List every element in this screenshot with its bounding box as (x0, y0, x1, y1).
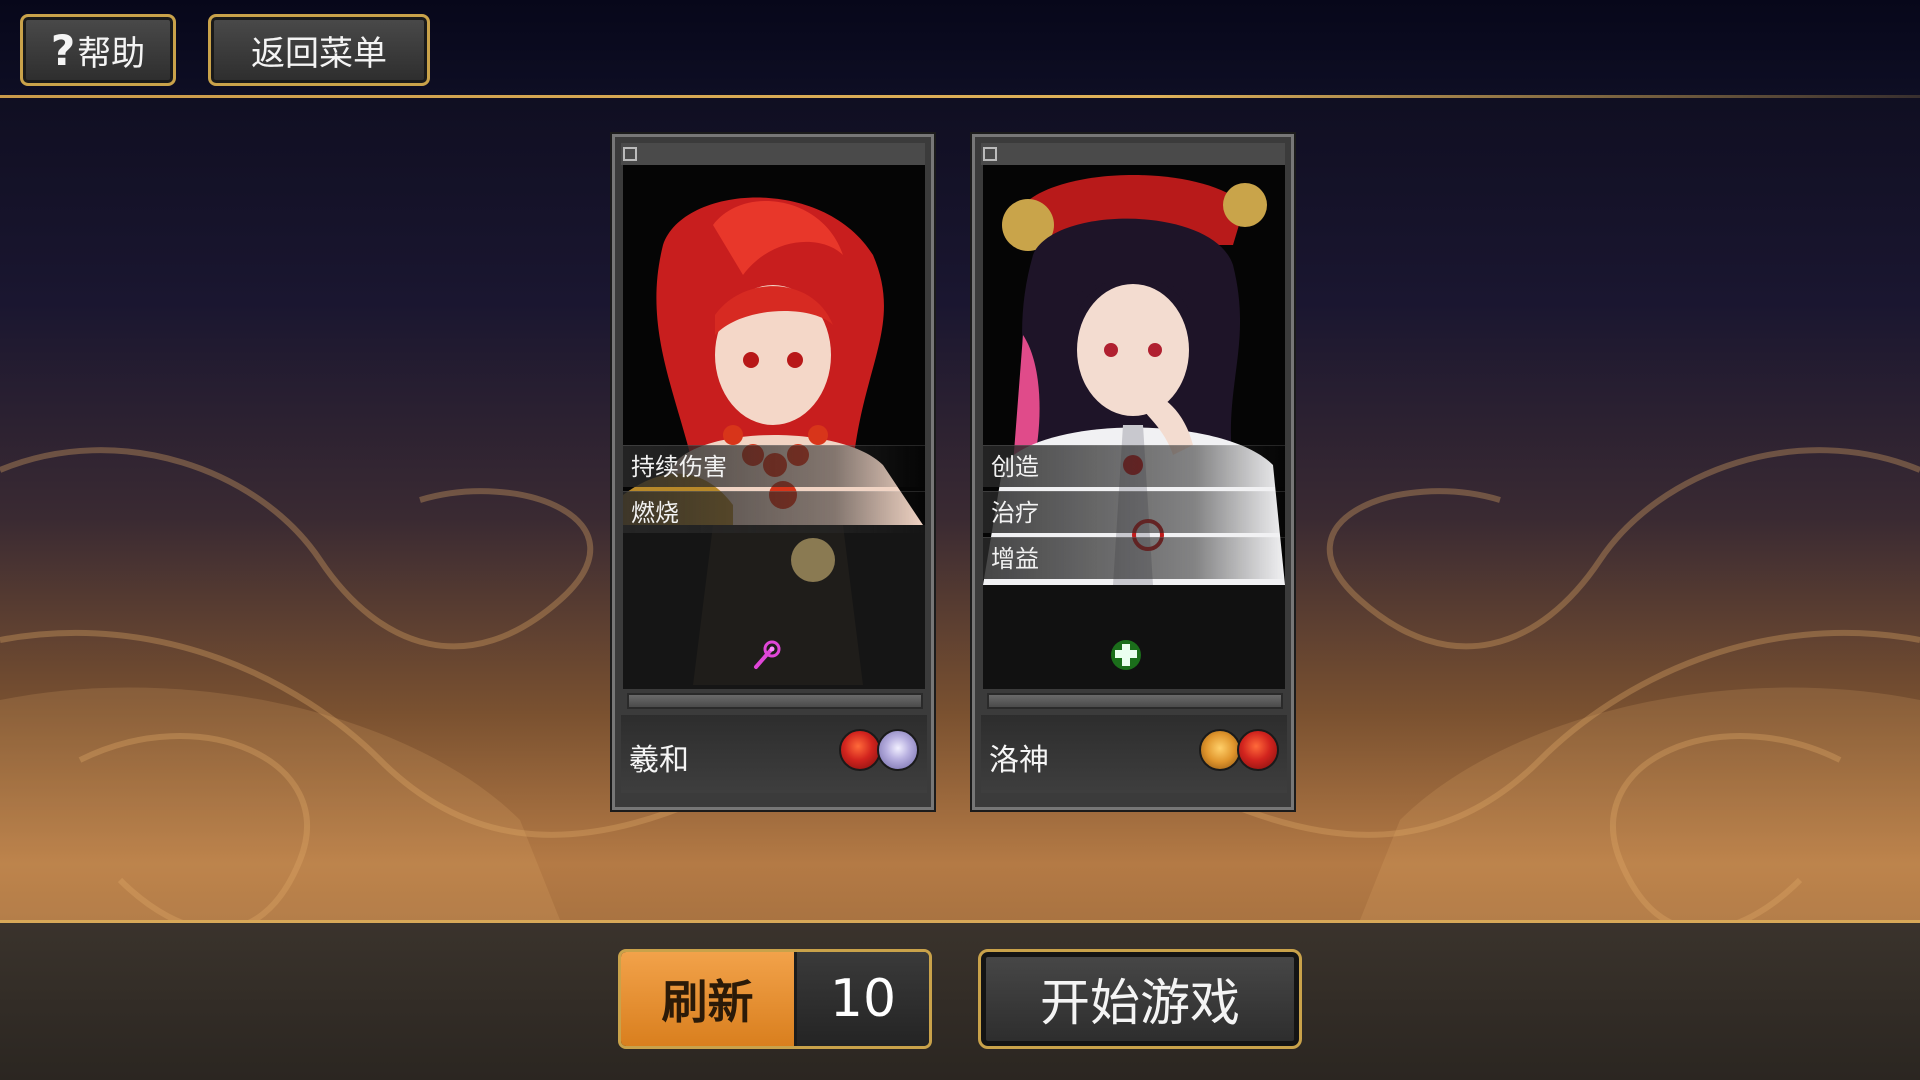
start-game-button[interactable]: 开始游戏 (978, 949, 1302, 1049)
void-element-icon (877, 729, 919, 771)
card-tag: 增益 (983, 537, 1285, 579)
earth-element-icon (1199, 729, 1241, 771)
refresh-button-label: 刷新 (621, 952, 797, 1046)
card-name-area: 羲和 (621, 715, 927, 793)
refresh-count: 10 (797, 952, 929, 1046)
card-tag: 持续伤害 (623, 445, 925, 487)
card-tag: 燃烧 (623, 491, 925, 533)
fire-element-icon (1237, 729, 1279, 771)
card-top-strip (981, 143, 1285, 165)
character-portrait-art (623, 165, 925, 689)
healing-cross-icon (1111, 640, 1141, 670)
background (0, 0, 1920, 1080)
help-button-label: 帮助 (77, 33, 146, 74)
return-menu-button-label: 返回菜单 (251, 33, 387, 74)
refresh-button[interactable]: 刷新 10 (618, 949, 932, 1049)
magic-wand-icon (754, 640, 781, 669)
card-tag: 创造 (983, 445, 1285, 487)
card-corner-icon (983, 147, 997, 161)
card-corner-icon (623, 147, 637, 161)
start-game-button-label: 开始游戏 (1040, 974, 1240, 1032)
character-portrait: 创造 治疗 增益 (983, 165, 1285, 689)
card-name-area: 洛神 (981, 715, 1287, 793)
card-progress-bar (627, 693, 923, 709)
card-progress-bar (987, 693, 1283, 709)
return-menu-button[interactable]: 返回菜单 (208, 14, 430, 86)
character-card-xihe[interactable]: 持续伤害 燃烧 羲和 (612, 134, 934, 810)
card-tag: 治疗 (983, 491, 1285, 533)
card-top-strip (621, 143, 925, 165)
question-mark-icon: ? (50, 25, 76, 75)
top-bar-divider (0, 95, 1920, 98)
character-name: 洛神 (989, 743, 1049, 778)
background-swirls (0, 447, 1920, 933)
bottom-bar (0, 920, 1920, 1080)
fire-element-icon (839, 729, 881, 771)
character-card-luoshen[interactable]: 创造 治疗 增益 洛神 (972, 134, 1294, 810)
character-portrait-art (983, 165, 1285, 689)
character-portrait: 持续伤害 燃烧 (623, 165, 925, 689)
character-name: 羲和 (629, 743, 689, 778)
help-button[interactable]: ? 帮助 (20, 14, 176, 86)
